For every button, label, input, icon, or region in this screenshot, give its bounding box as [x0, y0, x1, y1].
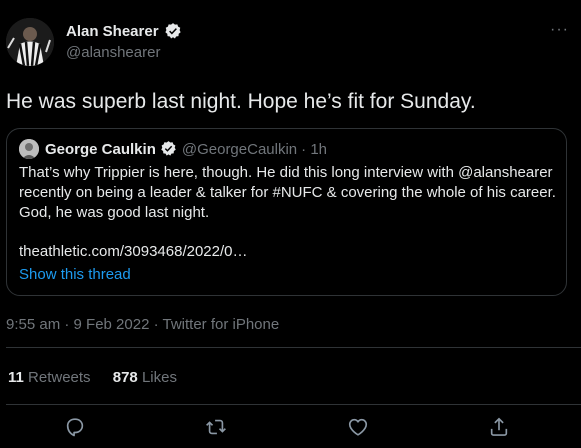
tweet: Alan Shearer @alanshearer ··· He was sup… [0, 0, 581, 448]
quoted-verified-badge-icon [160, 140, 178, 158]
quoted-tweet-text: That’s why Trippier is here, though. He … [19, 163, 556, 223]
quoted-tweet-link[interactable]: theathletic.com/3093468/2022/0… [19, 243, 248, 260]
author-name-row[interactable]: Alan Shearer [66, 22, 182, 40]
quoted-tweet-header: George Caulkin @GeorgeCaulkin · 1h [19, 139, 327, 159]
retweet-icon[interactable] [205, 416, 227, 438]
quoted-author-avatar [19, 139, 39, 159]
likes-count: 878 [112, 369, 138, 386]
quoted-text-line: God, he was good last night. [19, 204, 210, 221]
author-handle[interactable]: @alanshearer [66, 44, 160, 61]
more-options-icon[interactable]: ··· [550, 22, 569, 38]
quoted-author-name: George Caulkin [45, 140, 156, 158]
quoted-text-line: That’s why Trippier is here, though. He … [19, 164, 553, 181]
share-icon[interactable] [488, 416, 510, 438]
show-thread-link[interactable]: Show this thread [19, 266, 131, 283]
quoted-tweet[interactable]: George Caulkin @GeorgeCaulkin · 1h That’… [6, 128, 567, 296]
retweets-count: 11 [8, 369, 24, 386]
divider [6, 404, 581, 405]
quoted-text-line: recently on being a leader & talker for … [19, 184, 556, 201]
tweet-timestamp[interactable]: 9:55 am · 9 Feb 2022 · Twitter for iPhon… [6, 316, 279, 333]
tweet-stats: 11 Retweets 878 Likes [8, 369, 195, 386]
likes-label: Likes [141, 369, 177, 386]
author-name[interactable]: Alan Shearer [66, 23, 159, 40]
quoted-tweet-time: · 1h [301, 140, 328, 158]
verified-badge-icon [164, 22, 182, 40]
likes-stat[interactable]: 878 Likes [113, 369, 177, 386]
retweets-stat[interactable]: 11 Retweets [8, 369, 95, 386]
divider [6, 347, 581, 348]
tweet-text: He was superb last night. Hope he’s fit … [6, 90, 476, 113]
retweets-label: Retweets [28, 369, 91, 386]
tweet-actions [0, 416, 581, 440]
quoted-author-handle: @GeorgeCaulkin [181, 140, 298, 158]
like-icon[interactable] [347, 416, 369, 438]
author-avatar[interactable] [6, 18, 54, 66]
reply-icon[interactable] [64, 416, 86, 438]
